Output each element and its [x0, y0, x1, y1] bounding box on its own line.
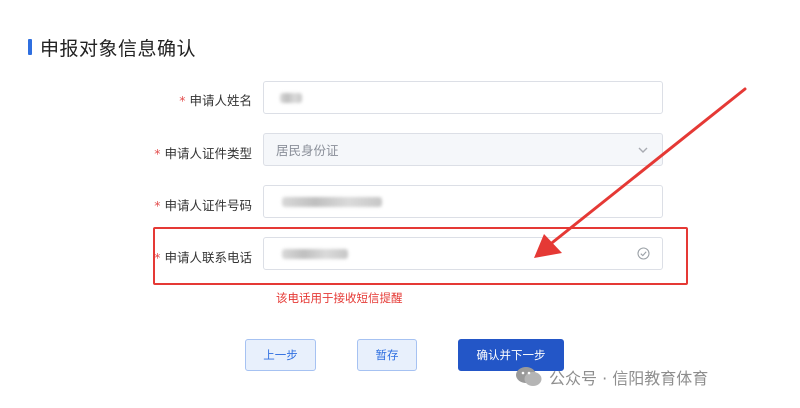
watermark-text: 公众号 · 信阳教育体育 — [549, 369, 709, 388]
annotation-arrow — [534, 87, 747, 258]
wechat-logo-icon — [516, 367, 542, 386]
watermark: 公众号 · 信阳教育体育 — [515, 364, 708, 390]
